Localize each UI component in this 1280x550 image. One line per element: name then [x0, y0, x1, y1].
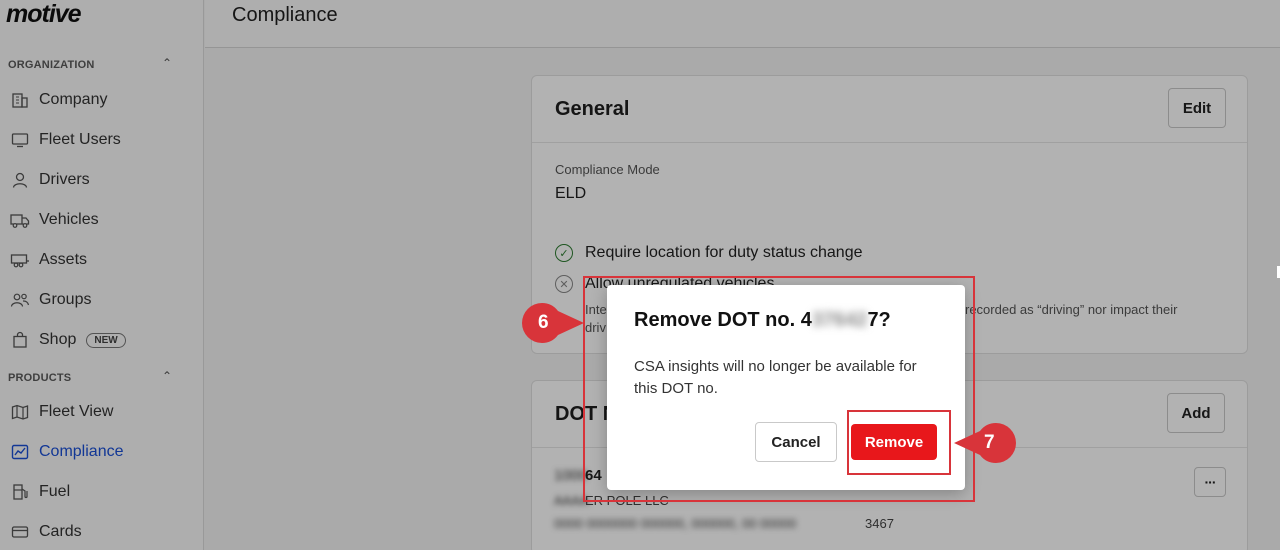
- step-6-label: 6: [538, 312, 549, 333]
- step-6-marker: [522, 303, 584, 343]
- step-7-label: 7: [984, 432, 995, 453]
- annotation-box-remove: [847, 410, 951, 475]
